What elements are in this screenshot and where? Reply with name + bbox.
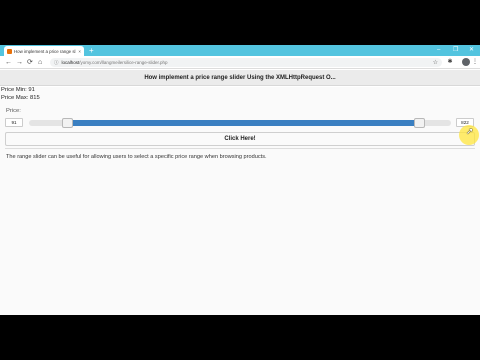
profile-avatar[interactable] bbox=[462, 58, 470, 66]
extensions-icon[interactable]: ✱ bbox=[446, 58, 454, 66]
divider bbox=[5, 148, 475, 149]
address-bar[interactable]: ⓘ localhost /yomy.com/llangmeilersilice-… bbox=[50, 58, 442, 67]
favicon-icon bbox=[7, 48, 12, 54]
price-range-track[interactable] bbox=[29, 118, 451, 128]
price-label: Price: bbox=[6, 108, 21, 114]
forward-icon[interactable]: → bbox=[16, 57, 23, 68]
site-info-icon[interactable]: ⓘ bbox=[54, 60, 59, 66]
back-icon[interactable]: ← bbox=[5, 57, 12, 68]
page-header: How implement a price range slider Using… bbox=[0, 70, 480, 86]
price-max-text: Price Max: 815 bbox=[1, 95, 40, 101]
reload-icon[interactable]: ⟳ bbox=[27, 57, 33, 68]
close-window-icon[interactable]: ✕ bbox=[469, 45, 474, 56]
min-price-handle[interactable] bbox=[61, 118, 73, 128]
restore-icon[interactable]: ❐ bbox=[453, 45, 458, 56]
mouse-pointer-icon: ➚ bbox=[466, 126, 474, 136]
browser-tab[interactable]: How implement a price range sl × bbox=[4, 46, 84, 56]
new-tab-icon[interactable]: + bbox=[89, 45, 94, 56]
tab-strip: How implement a price range sl × + – ❐ ✕ bbox=[0, 45, 480, 56]
home-icon[interactable]: ⌂ bbox=[38, 57, 42, 68]
tab-title: How implement a price range sl bbox=[14, 48, 76, 54]
min-price-input[interactable]: 91 bbox=[5, 118, 23, 127]
price-min-text: Price Min: 91 bbox=[1, 87, 35, 93]
browser-window: How implement a price range sl × + – ❐ ✕… bbox=[0, 45, 480, 315]
page-title: How implement a price range slider Using… bbox=[144, 74, 336, 81]
url-path: /yomy.com/llangmeilersilice-range-slider… bbox=[79, 60, 168, 65]
url-host: localhost bbox=[61, 60, 80, 65]
description-text: The range slider can be useful for allow… bbox=[6, 154, 267, 160]
price-range-fill bbox=[66, 120, 420, 126]
bookmark-star-icon[interactable]: ☆ bbox=[433, 59, 438, 66]
tab-close-icon[interactable]: × bbox=[78, 49, 81, 54]
menu-icon[interactable]: ⋮ bbox=[471, 58, 479, 66]
max-price-handle[interactable] bbox=[414, 118, 426, 128]
browser-toolbar: ← → ⟳ ⌂ ⓘ localhost /yomy.com/llangmeile… bbox=[0, 56, 480, 69]
click-here-button[interactable]: Click Here! bbox=[5, 132, 475, 146]
minimize-icon[interactable]: – bbox=[437, 45, 440, 56]
